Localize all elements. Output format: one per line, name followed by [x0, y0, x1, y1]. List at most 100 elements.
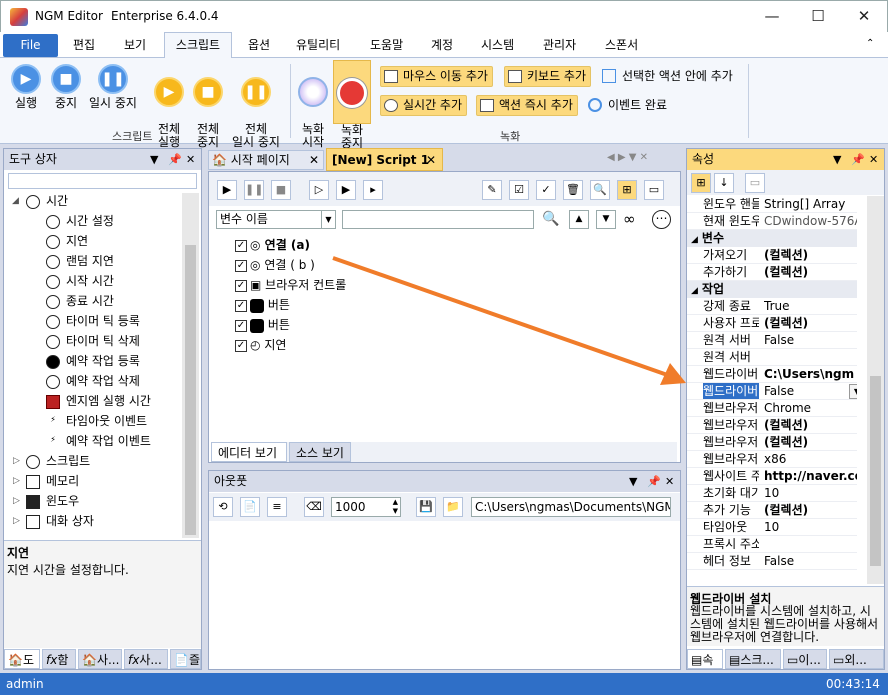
maximize-button[interactable]: ☐ — [795, 1, 841, 33]
property-row[interactable]: 추가하기 (컬렉션) — [687, 264, 857, 281]
record-stop-button[interactable]: 녹화 중지 — [333, 60, 371, 150]
doc-icon[interactable]: 📄 — [240, 497, 260, 517]
pause-button[interactable]: ❚❚ 일시 중지 — [86, 64, 140, 110]
stop-icon[interactable]: ■ — [271, 180, 291, 200]
command-browser-control[interactable]: ✓ ▣ 브라우저 컨트롤 — [235, 275, 346, 295]
ribbon-collapse-icon[interactable]: ⌃ — [866, 38, 874, 49]
play-outline-icon[interactable]: ▷ — [309, 180, 329, 200]
property-row[interactable]: 타임아웃 10 — [687, 519, 857, 536]
tab-source-view[interactable]: 소스 보기 — [289, 442, 351, 462]
property-row[interactable]: 웹브라우저 (컬렉션) — [687, 417, 857, 434]
menu-system[interactable]: 시스템 — [481, 36, 514, 53]
folder-icon[interactable]: 📁 — [443, 497, 463, 517]
command-button-2[interactable]: ✓ 버튼 — [235, 315, 290, 335]
tree-timer-delete[interactable]: 타이머 틱 삭제 — [46, 331, 140, 351]
command-button-1[interactable]: ✓ 버튼 — [235, 295, 290, 315]
tab-start-page[interactable]: 🏠 시작 페이지 ✕ — [208, 150, 324, 170]
search-icon[interactable]: 🔍 — [590, 180, 610, 200]
property-row[interactable]: 프록시 주소 — [687, 536, 857, 553]
tree-script[interactable]: 스크립트 — [26, 451, 90, 471]
tab-toolbox[interactable]: 🏠도 — [4, 649, 40, 669]
record-start-button[interactable]: 녹화 시작 — [294, 64, 332, 149]
tree-delay[interactable]: 지연 — [46, 231, 88, 251]
menu-options[interactable]: 옵션 — [248, 36, 270, 53]
variable-select[interactable]: 변수 이름 ▼ — [216, 210, 336, 229]
property-row[interactable]: 웹브라우저 Chrome — [687, 400, 857, 417]
property-row[interactable]: 강제 종료 True — [687, 298, 857, 315]
add-realtime-button[interactable]: 실시간 추가 — [380, 95, 468, 116]
infinity-icon[interactable]: ∞ — [623, 210, 636, 228]
tree-start-time[interactable]: 시작 시간 — [46, 271, 114, 291]
tree-ngm-runtime[interactable]: 엔지엠 실행 시간 — [46, 391, 151, 411]
checkbox[interactable]: ✓ — [235, 319, 247, 332]
close-icon[interactable]: ✕ — [869, 149, 878, 170]
count-stepper[interactable]: 1000 ▲ ▼ — [331, 497, 401, 517]
step-icon[interactable]: ▶ — [336, 180, 356, 200]
close-button[interactable]: ✕ — [841, 1, 887, 33]
tab-properties[interactable]: ▤속 — [687, 649, 723, 669]
tree-timer-register[interactable]: 타이머 틱 등록 — [46, 311, 140, 331]
property-row[interactable]: 초기화 대기 10 — [687, 485, 857, 502]
more-icon[interactable]: ⋯ — [652, 210, 671, 229]
property-row[interactable]: 사용자 프로 (컬렉션) — [687, 315, 857, 332]
tree-timeout-event[interactable]: ⚡ 타임아웃 이벤트 — [46, 411, 147, 431]
play-icon[interactable]: ▶ — [217, 180, 237, 200]
dropdown-icon[interactable]: ▼ — [629, 471, 637, 492]
menu-file[interactable]: File — [3, 34, 58, 57]
checkbox[interactable]: ✓ — [235, 279, 247, 292]
close-icon[interactable]: ✕ — [186, 149, 195, 170]
property-row[interactable]: 웹드라이버 False▼ — [687, 383, 857, 400]
checkbox[interactable]: ✓ — [235, 259, 247, 272]
monitor-icon[interactable]: ▭ — [644, 180, 664, 200]
event-done-button[interactable]: 이벤트 완료 — [588, 96, 667, 117]
check-icon[interactable]: ✓ — [536, 180, 556, 200]
tab-functions[interactable]: fx함 — [42, 649, 76, 669]
run-button[interactable]: ▶ 실행 — [6, 64, 46, 110]
output-path-field[interactable]: C:\Users\ngmas\Documents\NGM6\ — [471, 497, 671, 517]
command-connect-a[interactable]: ✓ ◎ 연결 (a) — [235, 235, 310, 255]
menu-help[interactable]: 도움말 — [370, 36, 403, 53]
save-icon[interactable]: 💾 — [416, 497, 436, 517]
toolbox-scrollbar[interactable] — [182, 193, 199, 538]
tab-script-1[interactable]: [New] Script 1 ✕ — [326, 148, 443, 171]
properties-scrollbar[interactable] — [867, 196, 884, 584]
tree-schedule-register[interactable]: 예약 작업 등록 — [46, 351, 140, 371]
property-row[interactable]: 웹드라이버 C:\Users\ngm — [687, 366, 857, 383]
command-connect-b[interactable]: ✓ ◎ 연결 ( b ) — [235, 255, 315, 275]
menu-utility[interactable]: 유틸리티 — [296, 36, 340, 53]
pause-all-button[interactable]: ❚❚ 전체 일시 중지 — [228, 64, 284, 149]
add-mouse-move-button[interactable]: 마우스 이동 추가 — [380, 66, 493, 87]
menu-view[interactable]: 보기 — [124, 36, 146, 53]
property-row[interactable]: 웹사이트 주 http://naver.co — [687, 468, 857, 485]
run-all-button[interactable]: ▶ 전체 실행 — [148, 64, 190, 149]
menu-admin[interactable]: 관리자 — [543, 36, 576, 53]
eraser-icon[interactable]: ⌫ — [304, 497, 324, 517]
up-icon[interactable]: ▲ — [569, 210, 589, 229]
list-icon[interactable]: ≡ — [267, 497, 287, 517]
property-category[interactable]: ◢ 작업 — [687, 281, 857, 298]
tree-time-set[interactable]: 시간 설정 — [46, 211, 114, 231]
tab-user-functions[interactable]: fx사... — [124, 649, 168, 669]
tree-random-delay[interactable]: 랜덤 지연 — [46, 251, 114, 271]
property-row[interactable]: 가져오기 (컬렉션) — [687, 247, 857, 264]
pin-icon[interactable]: 📌 — [851, 149, 865, 170]
property-row[interactable]: 헤더 정보 False — [687, 553, 857, 570]
search-icon[interactable]: 🔍 — [542, 211, 559, 227]
expand-icon[interactable]: ▷ — [13, 476, 20, 486]
property-category[interactable]: ◢ 변수 — [687, 230, 857, 247]
pin-icon[interactable]: 📌 — [647, 471, 661, 492]
tab-users[interactable]: 🏠사... — [78, 649, 122, 669]
menu-account[interactable]: 계정 — [431, 36, 453, 53]
pause-icon[interactable]: ❚❚ — [244, 180, 264, 200]
tab-favorites[interactable]: 📄즐 — [170, 649, 201, 669]
tree-schedule-delete[interactable]: 예약 작업 삭제 — [46, 371, 140, 391]
tree-time[interactable]: 시간 — [26, 191, 68, 211]
stop-all-button[interactable]: ■ 전체 중지 — [188, 64, 228, 149]
close-icon[interactable]: ✕ — [309, 151, 319, 169]
property-row[interactable]: 현재 윈도우 CDwindow-576AS — [687, 213, 857, 230]
sort-az-icon[interactable]: ↓ — [714, 173, 734, 193]
tree-view-icon[interactable]: ⊞ — [617, 180, 637, 200]
stop-button[interactable]: ■ 중지 — [46, 64, 86, 110]
toolbox-search-input[interactable] — [8, 173, 197, 189]
tab-images[interactable]: ▭이... — [783, 649, 827, 669]
